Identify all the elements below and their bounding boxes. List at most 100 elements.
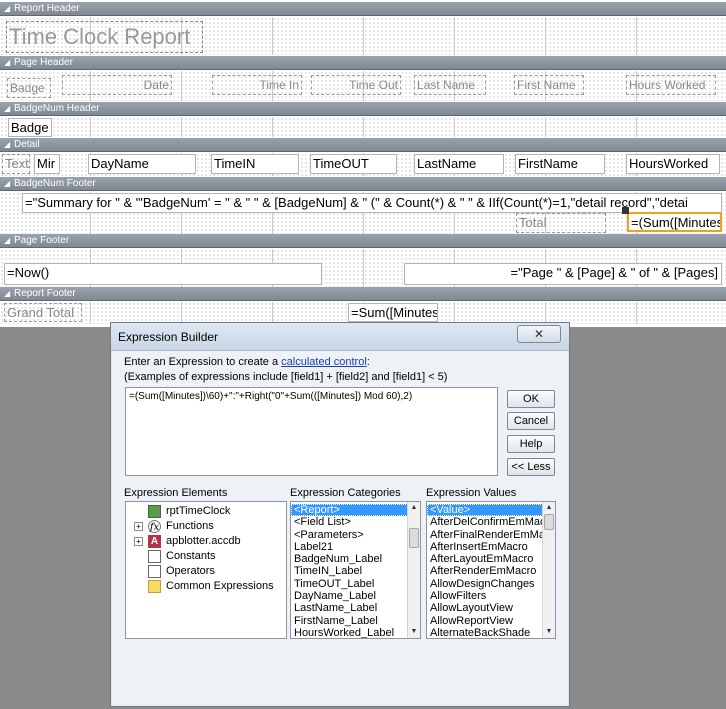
now-textbox[interactable]: =Now() — [4, 263, 322, 285]
category-item[interactable]: <Field List> — [291, 516, 420, 528]
scroll-up-icon[interactable]: ▲ — [543, 502, 555, 514]
expression-elements-tree[interactable]: rptTimeClock + fx Functions + A apblotte… — [125, 501, 287, 639]
folder-icon — [148, 550, 161, 563]
category-item[interactable]: LastName_Label — [291, 602, 420, 614]
collapse-arrow-icon: ◢ — [4, 58, 11, 67]
values-scrollbar[interactable]: ▲ ▼ — [542, 502, 555, 638]
expand-icon[interactable]: + — [134, 537, 143, 546]
scroll-thumb[interactable] — [544, 514, 554, 530]
section-label: Page Header — [14, 57, 73, 68]
section-bar-badgenum-footer[interactable]: ◢ BadgeNum Footer — [0, 177, 726, 191]
expand-icon[interactable]: + — [134, 522, 143, 531]
hoursworked-textbox[interactable]: HoursWorked — [626, 154, 720, 174]
common-expressions-icon — [148, 580, 161, 593]
category-item[interactable]: TimeOUT_Label — [291, 578, 420, 590]
page-footer-grid: =Now() ="Page " & [Page] & " of " & [Pag… — [0, 249, 726, 287]
badge-group-textbox[interactable]: Badge — [8, 118, 52, 137]
detail-grid: Text Mir DayName TimeIN TimeOUT LastName… — [0, 153, 726, 176]
timeout-textbox[interactable]: TimeOUT — [310, 154, 397, 174]
tree-item-rpttimeclock[interactable]: rptTimeClock — [126, 504, 286, 519]
badge-header-label[interactable]: Badge — [7, 78, 51, 98]
folder-icon — [148, 565, 161, 578]
categories-header: Expression Categories — [290, 487, 401, 499]
scroll-up-icon[interactable]: ▲ — [408, 502, 420, 514]
scroll-down-icon[interactable]: ▼ — [408, 626, 420, 638]
tree-item-common-expressions[interactable]: Common Expressions — [126, 579, 286, 594]
last-name-header-label[interactable]: Last Name — [414, 75, 486, 95]
minutes-textbox[interactable]: Mir — [34, 154, 60, 174]
value-item[interactable]: AfterRenderEmMacro — [427, 565, 555, 577]
collapse-arrow-icon: ◢ — [4, 4, 11, 13]
dialog-title: Expression Builder — [111, 323, 569, 351]
value-item[interactable]: AfterDelConfirmEmMacro — [427, 516, 555, 528]
scroll-down-icon[interactable]: ▼ — [543, 626, 555, 638]
expression-textbox[interactable]: =(Sum([Minutes])\60)+":"+Right("0"+Sum((… — [125, 387, 498, 476]
less-button[interactable]: << Less — [507, 458, 555, 476]
firstname-textbox[interactable]: FirstName — [515, 154, 605, 174]
dayname-textbox[interactable]: DayName — [88, 154, 196, 174]
grand-total-textbox[interactable]: =Sum([Minutes — [348, 303, 438, 322]
summary-textbox[interactable]: ="Summary for " & "'BadgeNum' = " & " " … — [22, 193, 722, 213]
scroll-thumb[interactable] — [409, 528, 419, 548]
time-in-header-label[interactable]: Time In — [212, 75, 302, 95]
help-button[interactable]: Help — [507, 435, 555, 453]
collapse-arrow-icon: ◢ — [4, 179, 11, 188]
text-label[interactable]: Text — [2, 154, 30, 174]
collapse-arrow-icon: ◢ — [4, 236, 11, 245]
examples-text: (Examples of expressions include [field1… — [124, 371, 448, 383]
collapse-arrow-icon: ◢ — [4, 289, 11, 298]
timein-textbox[interactable]: TimeIN — [211, 154, 299, 174]
value-item[interactable]: AllowLayoutView — [427, 602, 555, 614]
tree-item-functions[interactable]: + fx Functions — [126, 519, 286, 534]
category-item[interactable]: <Report> — [291, 504, 420, 517]
report-footer-grid: Grand Total =Sum([Minutes — [0, 302, 726, 324]
lastname-textbox[interactable]: LastName — [414, 154, 504, 174]
selection-handle-icon[interactable] — [622, 207, 629, 214]
value-item[interactable]: AfterInsertEmMacro — [427, 541, 555, 553]
section-bar-report-header[interactable]: ◢ Report Header — [0, 2, 726, 16]
category-item[interactable]: <Parameters> — [291, 529, 420, 541]
total-minutes-textbox[interactable]: =(Sum([Minutes — [627, 212, 722, 232]
tree-item-apblotter[interactable]: + A apblotter.accdb — [126, 534, 286, 549]
date-header-label[interactable]: Date — [62, 75, 172, 95]
close-button[interactable]: ✕ — [517, 325, 561, 343]
category-item[interactable]: TimeIN_Label — [291, 565, 420, 577]
value-item[interactable]: AlternateBackShade — [427, 627, 555, 638]
expression-categories-list[interactable]: <Report> <Field List> <Parameters> Label21 B… — [290, 501, 421, 639]
value-item[interactable]: AllowFilters — [427, 590, 555, 602]
value-item[interactable]: AllowDesignChanges — [427, 578, 555, 590]
section-bar-detail[interactable]: ◢ Detail — [0, 138, 726, 152]
value-item[interactable]: <Value> — [427, 504, 555, 517]
ok-button[interactable]: OK — [507, 390, 555, 408]
category-item[interactable]: Label21 — [291, 541, 420, 553]
section-bar-badgenum-header[interactable]: ◢ BadgeNum Header — [0, 102, 726, 116]
prompt-suffix: : — [366, 356, 370, 368]
page-number-textbox[interactable]: ="Page " & [Page] & " of " & [Pages] — [404, 263, 722, 285]
section-bar-page-footer[interactable]: ◢ Page Footer — [0, 234, 726, 248]
section-label: Report Footer — [14, 288, 76, 299]
cancel-button[interactable]: Cancel — [507, 412, 555, 430]
category-item[interactable]: HoursWorked_Label — [291, 627, 420, 638]
tree-item-operators[interactable]: Operators — [126, 564, 286, 579]
report-title-label[interactable]: Time Clock Report — [6, 21, 203, 53]
categories-scrollbar[interactable]: ▲ ▼ — [407, 502, 420, 638]
report-icon — [148, 505, 161, 518]
value-item[interactable]: AllowReportView — [427, 615, 555, 627]
hours-worked-header-label[interactable]: Hours Worked — [626, 75, 716, 95]
first-name-header-label[interactable]: First Name — [514, 75, 584, 95]
total-label[interactable]: Total — [516, 213, 606, 233]
page-header-grid: Badge Date Time In Time Out Last Name Fi… — [0, 71, 726, 101]
value-item[interactable]: AfterFinalRenderEmMacro — [427, 529, 555, 541]
time-out-header-label[interactable]: Time Out — [311, 75, 401, 95]
tree-item-label: Functions — [166, 520, 214, 532]
section-bar-page-header[interactable]: ◢ Page Header — [0, 56, 726, 70]
grand-total-label[interactable]: Grand Total — [4, 303, 82, 322]
calculated-control-link[interactable]: calculated control — [281, 356, 367, 368]
section-bar-report-footer[interactable]: ◢ Report Footer — [0, 287, 726, 301]
value-item[interactable]: AfterLayoutEmMacro — [427, 553, 555, 565]
tree-item-constants[interactable]: Constants — [126, 549, 286, 564]
category-item[interactable]: BadgeNum_Label — [291, 553, 420, 565]
category-item[interactable]: DayName_Label — [291, 590, 420, 602]
category-item[interactable]: FirstName_Label — [291, 615, 420, 627]
expression-values-list[interactable]: <Value> AfterDelConfirmEmMacro AfterFinalR… — [426, 501, 556, 639]
